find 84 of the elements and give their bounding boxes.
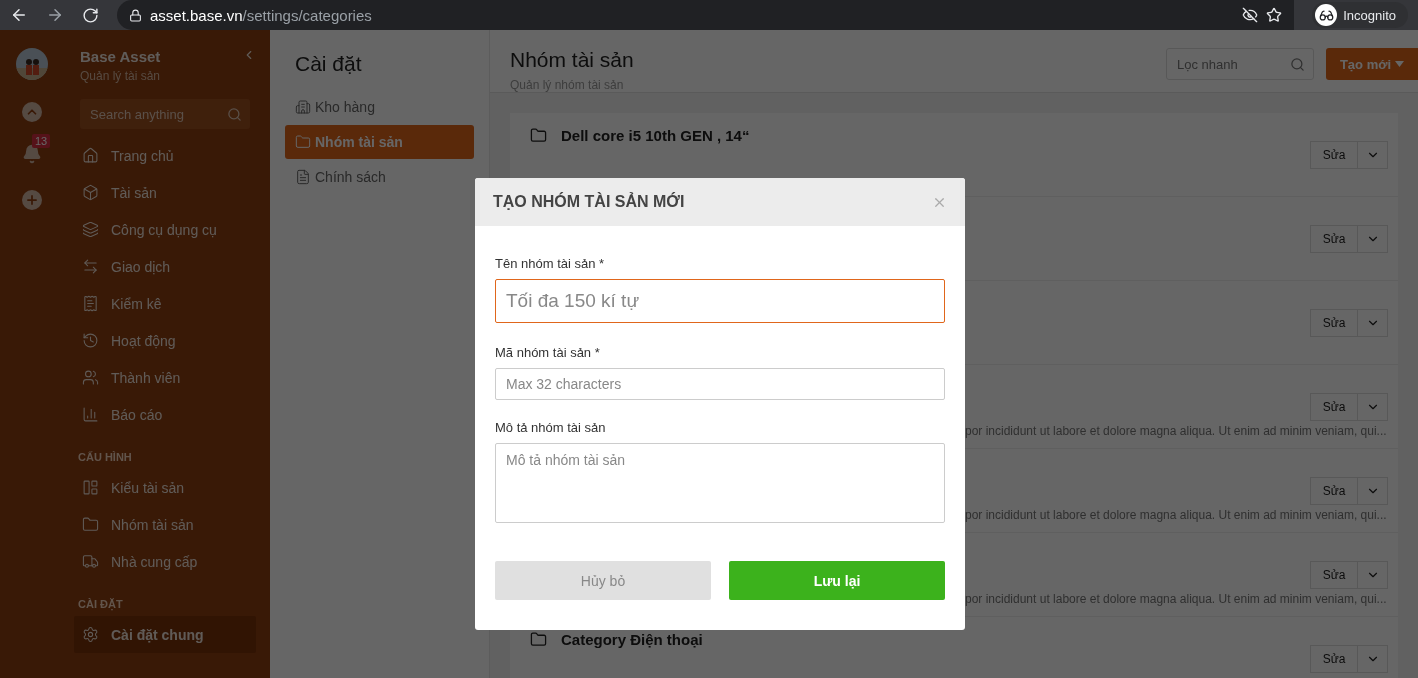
edit-button[interactable]: Sửa [1310,308,1358,337]
edit-button[interactable]: Sửa [1310,560,1358,589]
edit-button[interactable]: Sửa [1310,224,1358,253]
users-icon [82,369,99,386]
settings-title: Cài đặt [295,52,363,76]
field-label: Tên nhóm tài sản * [495,256,606,271]
folder-icon [530,127,547,144]
edit-button[interactable]: Sửa [1310,644,1358,673]
document-icon [295,169,311,185]
nav-item[interactable]: Báo cáo [74,396,256,433]
field-label: Mô tả nhóm tài sản [495,420,607,435]
nav-item[interactable]: Nhóm tài sản [74,506,256,543]
nav-item[interactable]: Trang chủ [74,137,256,174]
nav-item[interactable]: Công cụ dụng cụ [74,211,256,248]
search-icon [1290,56,1305,72]
star-icon[interactable] [1266,7,1283,23]
folder-icon [530,631,547,648]
page-title: Nhóm tài sản [510,48,634,72]
settings-menu-item[interactable]: Chính sách [285,160,474,194]
folder-icon [82,516,99,533]
edit-button[interactable]: Sửa [1310,392,1358,421]
search-field[interactable]: Search anything [80,99,250,129]
settings-menu-item[interactable]: Nhóm tài sản [285,125,474,159]
dropdown-button[interactable] [1358,224,1388,253]
nav-item[interactable]: Kiểu tài sản [74,469,256,506]
folder-icon [295,134,311,150]
create-button[interactable]: Tạo mới [1326,48,1418,80]
search-icon [227,106,242,122]
edit-button[interactable]: Sửa [1310,476,1358,505]
box-icon [82,184,99,201]
bar-chart-icon [82,406,99,423]
dropdown-button[interactable] [1358,392,1388,421]
reload-icon[interactable] [82,6,99,24]
url-host: asset.base.vn [150,6,243,24]
profile-chip[interactable]: Incognito [1312,2,1408,28]
caret-icon [1395,61,1405,67]
app-subtitle: Quản lý tài sản [80,69,161,83]
nav-item[interactable]: Kiểm kê [74,285,256,322]
layout-icon [82,479,99,496]
url-path: /settings/categories [242,6,372,24]
nav-item[interactable]: Tài sản [74,174,256,211]
dropdown-button[interactable] [1358,140,1388,169]
address-bar[interactable]: asset.base.vn/settings/categories [117,0,1295,30]
clock-icon [82,332,99,349]
nav-item[interactable]: Cài đặt chung [74,616,256,653]
arrows-icon [82,258,99,275]
lock-icon [129,8,142,22]
avatar[interactable] [16,48,48,80]
modal-title: TẠO NHÓM TÀI SẢN MỚI [493,193,685,211]
add-button[interactable] [22,190,42,210]
textarea-field[interactable]: Mô tả nhóm tài sản [495,443,945,523]
truck-icon [82,553,99,570]
collapse-button[interactable] [22,102,42,122]
back-icon[interactable] [10,6,28,24]
building-icon [295,99,311,115]
cancel-button[interactable]: Hủy bỏ [495,561,711,600]
home-icon [82,147,99,164]
input-field[interactable]: Max 32 characters [495,368,945,400]
dropdown-button[interactable] [1358,644,1388,673]
section-heading: CẤU HÌNH [78,451,133,463]
eye-off-icon[interactable] [1242,7,1259,23]
section-heading: CÀI ĐẶT [78,598,124,610]
save-button[interactable]: Lưu lại [729,561,945,600]
input-field[interactable]: Tối đa 150 kí tự [495,279,945,323]
settings-menu-item[interactable]: Kho hàng [285,90,474,124]
receipt-icon [82,295,99,312]
nav-item[interactable]: Nhà cung cấp [74,543,256,580]
nav-item[interactable]: Hoạt động [74,322,256,359]
category-title: Category Điện thoại [561,631,703,648]
bell-icon[interactable] [22,144,42,164]
dropdown-button[interactable] [1358,308,1388,337]
category-title: Dell core i5 10th GEN , 14“ [561,127,750,144]
notification-badge: 13 [32,134,51,148]
edit-button[interactable]: Sửa [1310,140,1358,169]
plus-icon [25,193,39,207]
nav-item[interactable]: Thành viên [74,359,256,396]
app-name: Base Asset [80,48,161,65]
field-label: Mã nhóm tài sản * [495,345,601,360]
dropdown-button[interactable] [1358,560,1388,589]
layers-icon [82,221,99,238]
forward-icon[interactable] [46,6,64,24]
settings-icon [82,626,99,643]
nav-item[interactable]: Giao dịch [74,248,256,285]
dropdown-button[interactable] [1358,476,1388,505]
